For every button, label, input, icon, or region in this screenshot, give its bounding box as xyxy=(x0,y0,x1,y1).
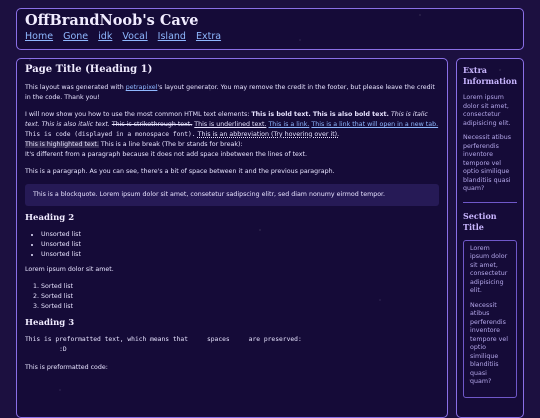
example-link-new-tab[interactable]: This is a link that will open in a new t… xyxy=(311,121,438,128)
elements-lead: I will now show you how to use the most … xyxy=(25,111,252,118)
intro-paragraph: This layout was generated with petrapixe… xyxy=(25,83,439,103)
nav-link-island[interactable]: Island xyxy=(158,31,186,42)
elements-paragraph: I will now show you how to use the most … xyxy=(25,110,439,160)
example-paragraph: This is a paragraph. As you can see, the… xyxy=(25,168,335,175)
sidebar-text-2: Necessit atibus perferendis inventore te… xyxy=(463,134,512,192)
preformatted-code-label: This is preformatted code: xyxy=(25,364,108,371)
sidebar-box-text-2: Necessit atibus perferendis inventore te… xyxy=(470,301,509,386)
list-item: Sorted list xyxy=(41,292,439,302)
nav-link-vocal[interactable]: Vocal xyxy=(122,31,147,42)
site-header: OffBrandNoob's Cave Home Gone idk Vocal … xyxy=(16,8,524,50)
bold-text-2: This is also bold text. xyxy=(312,111,389,118)
bold-text: This is bold text. xyxy=(251,111,311,118)
nav-link-gone[interactable]: Gone xyxy=(63,31,88,42)
site-title: OffBrandNoob's Cave xyxy=(25,12,199,29)
highlighted-text: This is highlighted text. xyxy=(25,141,99,148)
sidebar-box: Lorem ipsum dolor sit amet, consectetur … xyxy=(463,239,517,398)
main-nav: Home Gone idk Vocal Island Extra xyxy=(25,31,515,42)
sidebar-box-text: Lorem ipsum dolor sit amet, consectetur … xyxy=(470,244,508,295)
lorem-paragraph: Lorem ipsum dolor sit amet. xyxy=(25,266,114,273)
sidebar-title-extra-information: Extra Information xyxy=(463,65,518,86)
sorted-list: Sorted list Sorted list Sorted list xyxy=(25,282,439,312)
strikethrough-text: This is strikethrough text. xyxy=(111,121,193,128)
abbreviation-text[interactable]: This is an abbreviation (Try hovering ov… xyxy=(198,131,340,138)
nav-link-extra[interactable]: Extra xyxy=(196,31,221,42)
main-content[interactable]: Page Title (Heading 1) This layout was g… xyxy=(16,58,448,418)
list-item: Unsorted list xyxy=(41,230,439,240)
intro-text-before: This layout was generated with xyxy=(25,84,126,91)
code-text: This is code (displayed in a monospace f… xyxy=(25,131,196,138)
underlined-text: This is underlined text. xyxy=(194,121,267,128)
preformatted-text: This is preformatted text, which means t… xyxy=(25,336,302,353)
italic-text-2: This is also italic text. xyxy=(41,121,110,128)
heading-2: Heading 2 xyxy=(25,213,75,223)
sidebar[interactable]: Extra Information Lorem ipsum dolor sit … xyxy=(456,58,524,418)
credit-link[interactable]: petrapixel xyxy=(126,84,158,91)
list-item: Sorted list xyxy=(41,302,439,312)
list-item: Unsorted list xyxy=(41,250,439,260)
page-title: Page Title (Heading 1) xyxy=(25,64,153,75)
heading-3: Heading 3 xyxy=(25,318,75,328)
blockquote: This is a blockquote. Lorem ipsum dolor … xyxy=(25,184,439,206)
nav-link-idk[interactable]: idk xyxy=(98,31,112,42)
unsorted-list: Unsorted list Unsorted list Unsorted lis… xyxy=(25,230,439,260)
list-item: Unsorted list xyxy=(41,240,439,250)
sidebar-section-title: Section Title xyxy=(463,210,497,232)
list-item: Sorted list xyxy=(41,282,439,292)
sidebar-section: Section Title Lorem ipsum dolor sit amet… xyxy=(463,201,517,398)
nav-link-home[interactable]: Home xyxy=(25,31,53,42)
example-link[interactable]: This is a link. xyxy=(268,121,309,128)
line-break-text-2: It's different from a paragraph because … xyxy=(25,151,307,158)
line-break-text: This is a line break (The br stands for … xyxy=(100,141,243,148)
sidebar-text: Lorem ipsum dolor sit amet, consectetur … xyxy=(463,94,511,127)
